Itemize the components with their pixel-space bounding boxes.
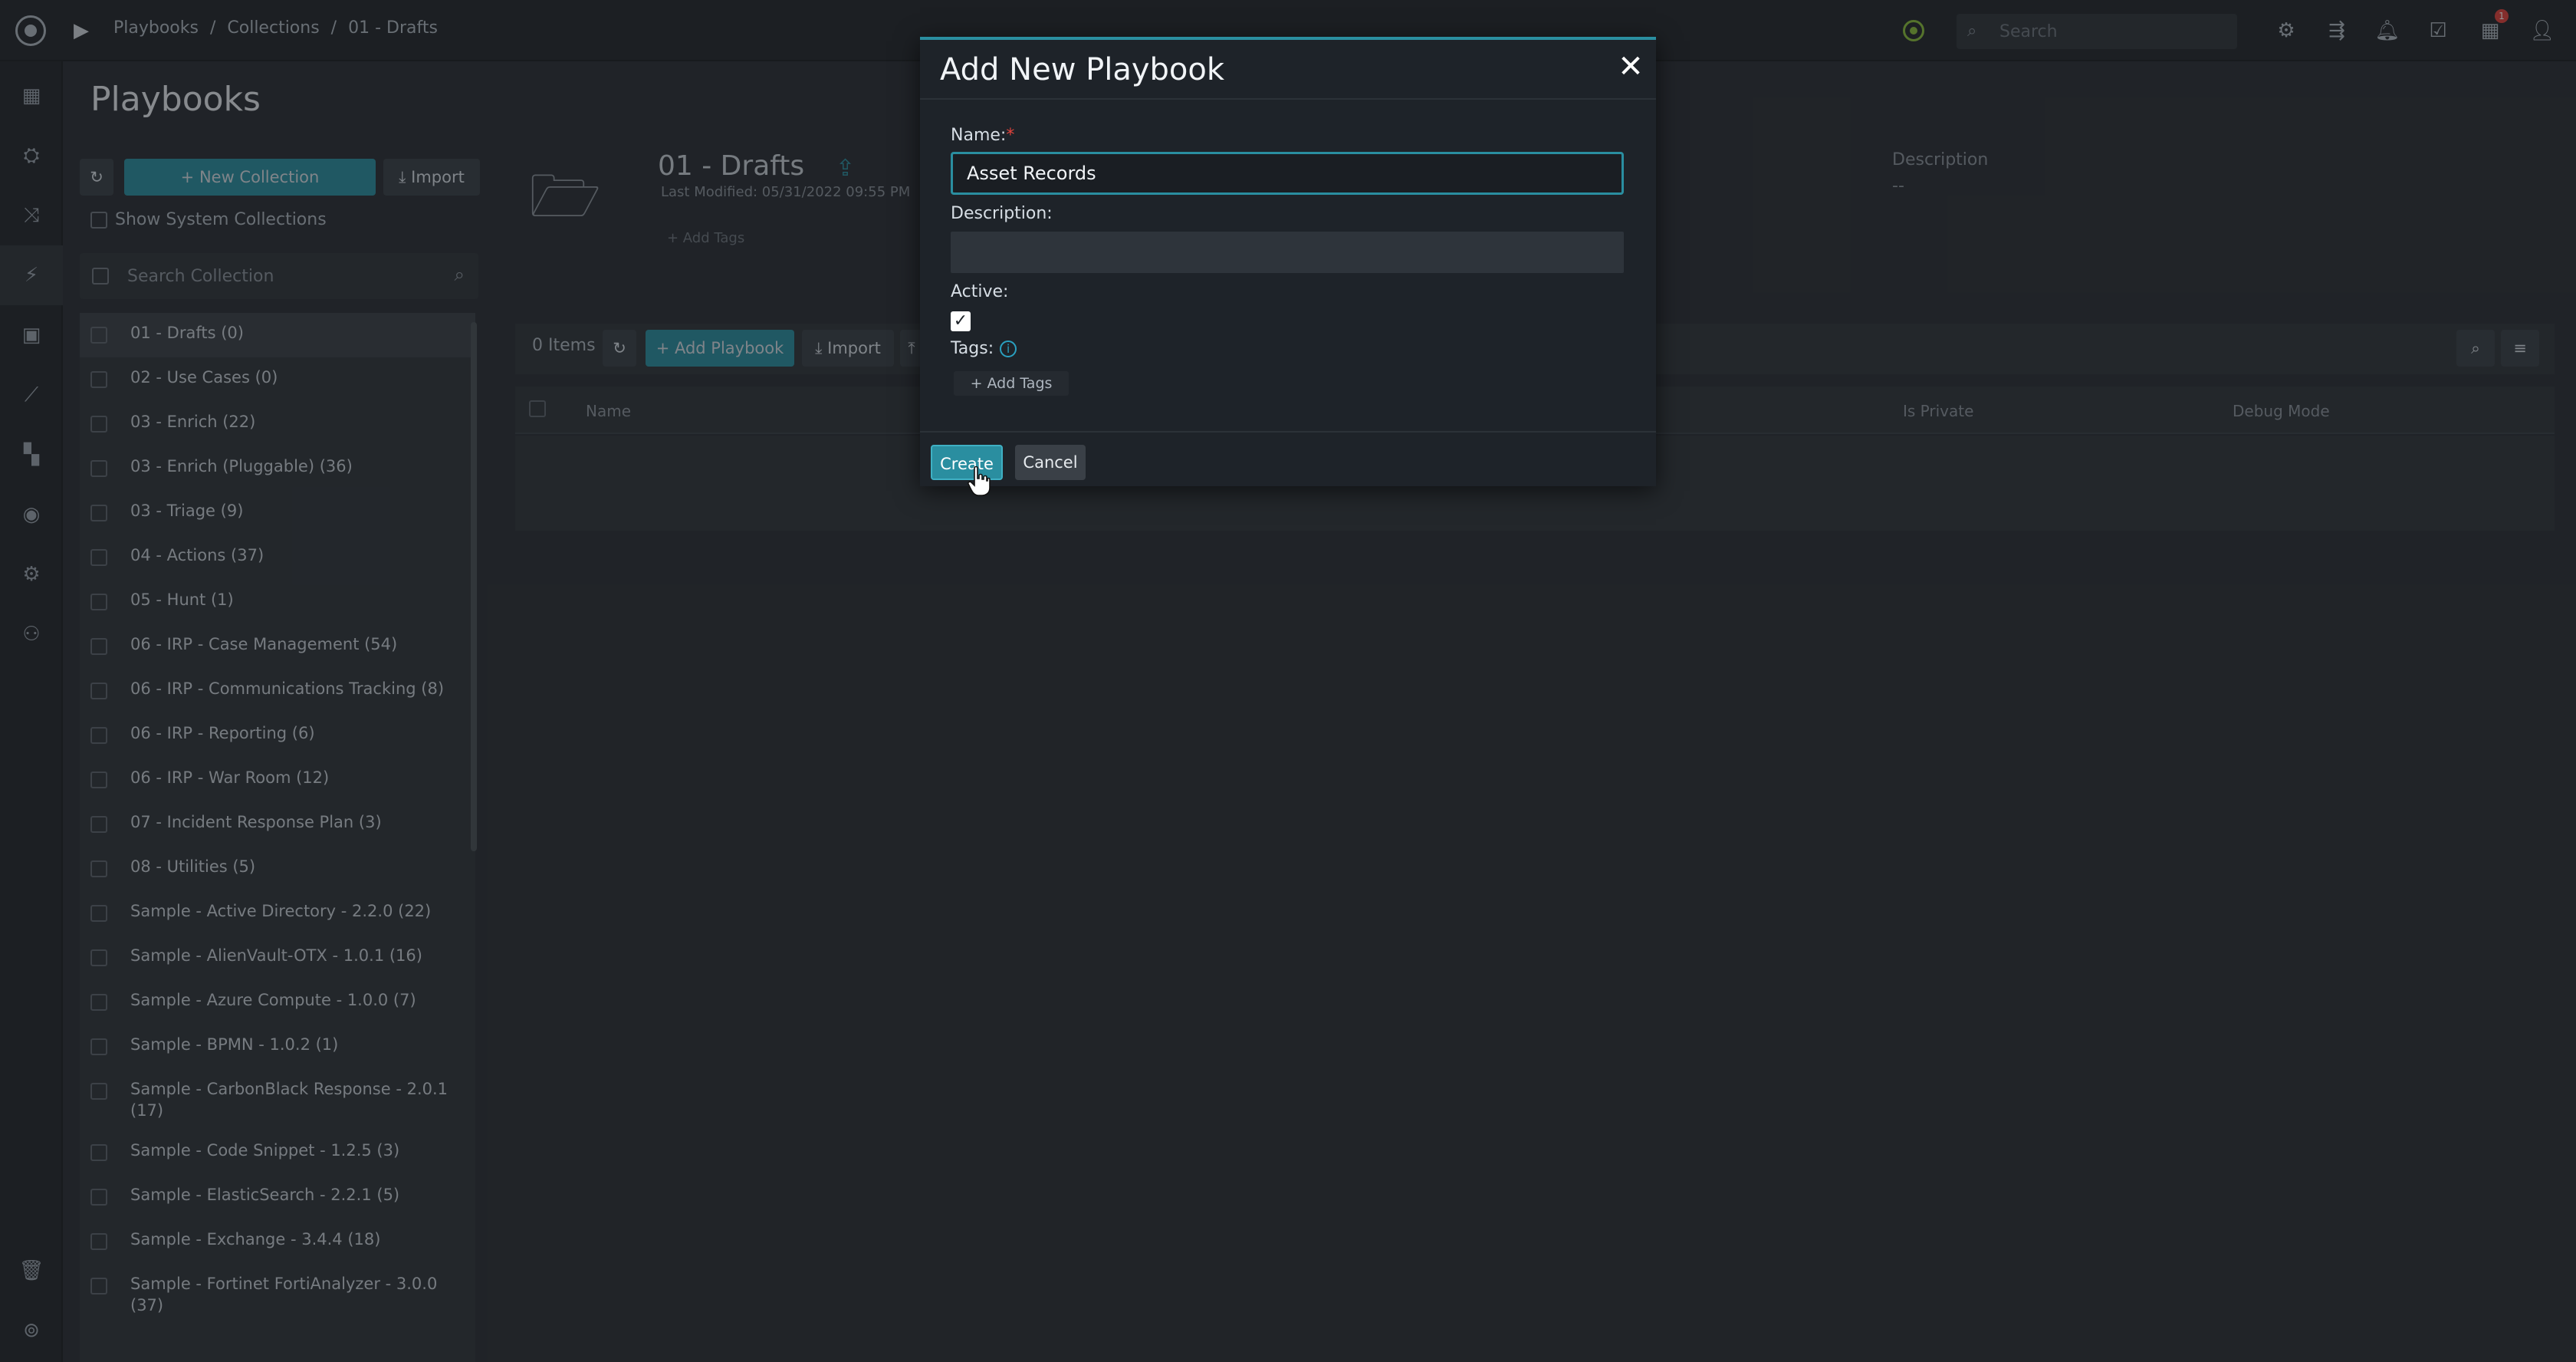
add-playbook-modal: Add New Playbook ✕ Name:* Description: A… xyxy=(920,37,1656,496)
close-icon[interactable]: ✕ xyxy=(1615,51,1647,83)
name-label-text: Name: xyxy=(951,126,1007,145)
pointer-cursor-icon xyxy=(968,466,991,496)
modal-title: Add New Playbook xyxy=(940,52,1225,87)
add-tags-button[interactable]: + Add Tags xyxy=(954,371,1069,396)
required-mark: * xyxy=(1006,126,1015,145)
create-button[interactable]: Create xyxy=(931,445,1003,480)
tags-label: Tags: i xyxy=(951,339,1017,358)
tags-label-text: Tags: xyxy=(951,339,994,358)
info-icon[interactable]: i xyxy=(1000,340,1017,357)
app-window: ▶ Playbooks / Collections / 01 - Drafts … xyxy=(0,0,2576,1362)
active-label: Active: xyxy=(951,282,1009,301)
description-field[interactable] xyxy=(951,232,1624,273)
cancel-button[interactable]: Cancel xyxy=(1015,445,1086,480)
name-field[interactable] xyxy=(951,152,1624,195)
description-field-label: Description: xyxy=(951,204,1053,223)
modal-header: Add New Playbook ✕ xyxy=(920,40,1656,100)
name-label: Name:* xyxy=(951,126,1014,145)
active-checkbox[interactable]: ✓ xyxy=(951,311,971,331)
